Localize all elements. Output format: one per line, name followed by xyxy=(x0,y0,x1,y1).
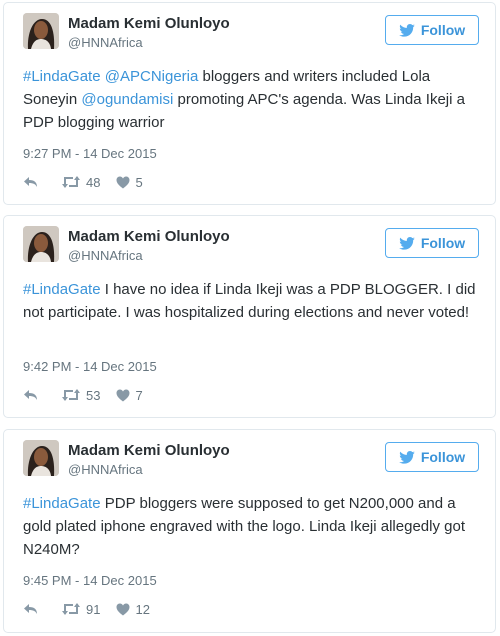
avatar[interactable] xyxy=(23,13,59,49)
like-count: 5 xyxy=(135,174,143,190)
heart-icon xyxy=(116,176,130,188)
like-button[interactable]: 12 xyxy=(116,601,150,617)
twitter-bird-icon xyxy=(399,450,415,464)
reply-button[interactable] xyxy=(23,602,39,616)
avatar-image xyxy=(23,440,59,476)
twitter-bird-icon xyxy=(399,23,415,37)
follow-label: Follow xyxy=(420,22,466,38)
reply-button[interactable] xyxy=(23,175,39,189)
tweet-actions: 91 12 xyxy=(23,600,150,618)
avatar[interactable] xyxy=(23,226,59,262)
mention-link[interactable]: @APCNigeria xyxy=(105,68,199,85)
like-button[interactable]: 7 xyxy=(116,387,143,403)
follow-label: Follow xyxy=(420,235,466,251)
user-handle[interactable]: @HNNAfrica xyxy=(68,35,143,50)
retweet-count: 91 xyxy=(86,601,101,617)
follow-button[interactable]: Follow xyxy=(385,228,479,258)
reply-icon xyxy=(24,177,37,187)
avatar-image xyxy=(23,226,59,262)
like-button[interactable]: 5 xyxy=(116,174,143,190)
tweet-timestamp[interactable]: 9:45 PM - 14 Dec 2015 xyxy=(23,573,157,588)
avatar[interactable] xyxy=(23,440,59,476)
retweet-button[interactable]: 91 xyxy=(61,602,100,617)
display-name[interactable]: Madam Kemi Olunloyo xyxy=(68,442,230,459)
tweet-text: #LindaGate @APCNigeria bloggers and writ… xyxy=(23,65,481,134)
tweet-card: Madam Kemi Olunloyo @HNNAfrica Follow #L… xyxy=(3,215,496,418)
mention-link[interactable]: @ogundamisi xyxy=(81,91,173,108)
tweet-text: #LindaGate PDP bloggers were supposed to… xyxy=(23,492,481,561)
reply-button[interactable] xyxy=(23,388,39,402)
tweet-actions: 53 7 xyxy=(23,386,143,404)
follow-button[interactable]: Follow xyxy=(385,442,479,472)
retweet-icon xyxy=(62,389,80,401)
tweet-timestamp[interactable]: 9:27 PM - 14 Dec 2015 xyxy=(23,146,157,161)
retweet-button[interactable]: 53 xyxy=(61,388,100,403)
hashtag-link[interactable]: #LindaGate xyxy=(23,495,101,512)
reply-icon xyxy=(24,390,37,400)
retweet-icon xyxy=(62,603,80,615)
hashtag-link[interactable]: #LindaGate xyxy=(23,281,101,298)
retweet-count: 48 xyxy=(86,174,101,190)
retweet-count: 53 xyxy=(86,387,101,403)
reply-icon xyxy=(24,604,37,614)
avatar-image xyxy=(23,13,59,49)
like-count: 12 xyxy=(135,601,150,617)
retweet-icon xyxy=(62,176,80,188)
twitter-bird-icon xyxy=(399,236,415,250)
like-count: 7 xyxy=(135,387,143,403)
heart-icon xyxy=(116,603,130,615)
tweet-timestamp[interactable]: 9:42 PM - 14 Dec 2015 xyxy=(23,359,157,374)
tweet-actions: 48 5 xyxy=(23,173,143,191)
hashtag-link[interactable]: #LindaGate xyxy=(23,68,101,85)
tweet-text: #LindaGate I have no idea if Linda Ikeji… xyxy=(23,278,481,324)
tweet-card: Madam Kemi Olunloyo @HNNAfrica Follow #L… xyxy=(3,2,496,205)
display-name[interactable]: Madam Kemi Olunloyo xyxy=(68,15,230,32)
display-name[interactable]: Madam Kemi Olunloyo xyxy=(68,228,230,245)
follow-label: Follow xyxy=(420,449,466,465)
user-handle[interactable]: @HNNAfrica xyxy=(68,462,143,477)
retweet-button[interactable]: 48 xyxy=(61,175,100,190)
follow-button[interactable]: Follow xyxy=(385,15,479,45)
tweet-card: Madam Kemi Olunloyo @HNNAfrica Follow #L… xyxy=(3,429,496,633)
heart-icon xyxy=(116,389,130,401)
user-handle[interactable]: @HNNAfrica xyxy=(68,248,143,263)
